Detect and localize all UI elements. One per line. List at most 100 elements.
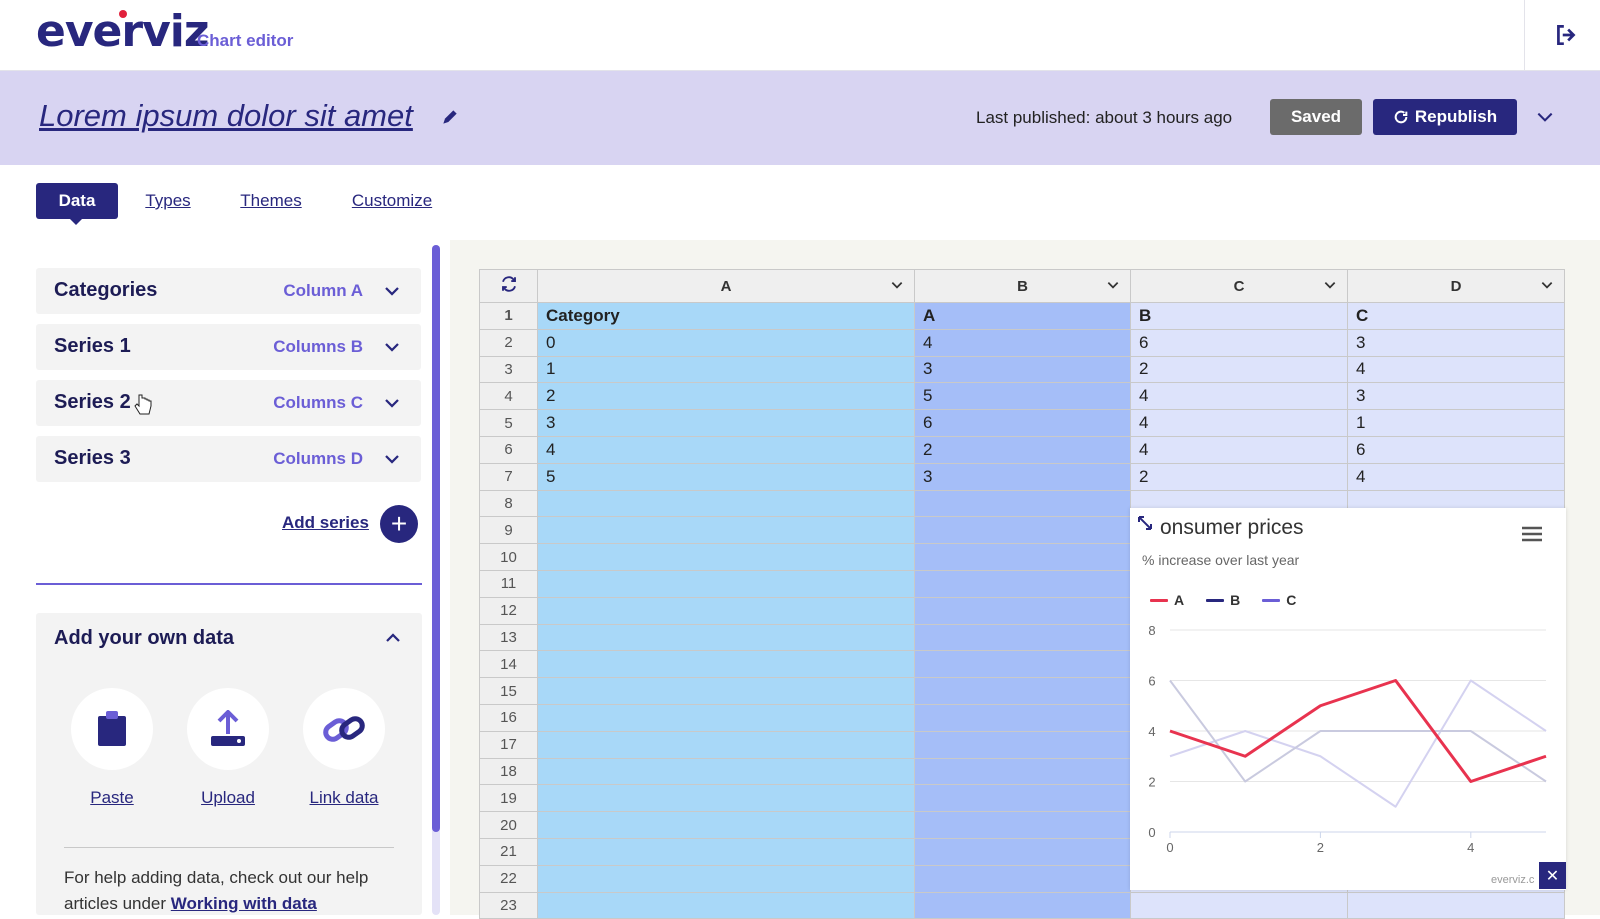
close-chart-button[interactable]: ✕ bbox=[1539, 862, 1566, 889]
chevron-down-icon[interactable] bbox=[1540, 278, 1554, 292]
table-cell[interactable]: 3 bbox=[1347, 328, 1565, 357]
refresh-grid-header[interactable] bbox=[479, 269, 538, 303]
table-cell[interactable] bbox=[537, 516, 915, 545]
series-1-accordion[interactable]: Series 1 Columns B bbox=[36, 324, 421, 370]
table-cell[interactable]: C bbox=[1347, 302, 1565, 330]
tab-themes[interactable]: Themes bbox=[234, 183, 308, 219]
column-header-a[interactable]: A bbox=[537, 269, 915, 303]
table-cell[interactable] bbox=[537, 864, 915, 893]
column-header-c[interactable]: C bbox=[1130, 269, 1348, 303]
table-cell[interactable]: 3 bbox=[537, 409, 915, 437]
scrollbar-thumb[interactable] bbox=[432, 245, 440, 832]
table-cell[interactable]: 2 bbox=[1130, 462, 1348, 491]
table-cell[interactable] bbox=[914, 864, 1131, 893]
y-tick-label: 6 bbox=[1148, 674, 1155, 689]
help-link[interactable]: Working with data bbox=[171, 894, 317, 913]
chart-preview[interactable]: onsumer prices % increase over last year… bbox=[1130, 508, 1566, 890]
table-cell[interactable] bbox=[537, 623, 915, 652]
table-cell[interactable]: 3 bbox=[914, 462, 1131, 491]
chart-title-field[interactable]: Lorem ipsum dolor sit amet bbox=[39, 98, 413, 134]
table-cell[interactable] bbox=[537, 677, 915, 705]
accordion-title: Categories bbox=[54, 279, 158, 301]
add-series-link[interactable]: Add series bbox=[282, 513, 369, 533]
tab-types[interactable]: Types bbox=[138, 183, 198, 219]
table-cell[interactable] bbox=[914, 703, 1131, 732]
table-cell[interactable] bbox=[914, 489, 1131, 518]
table-cell[interactable]: 4 bbox=[1347, 462, 1565, 491]
table-cell[interactable]: 3 bbox=[1347, 382, 1565, 411]
table-cell[interactable]: 2 bbox=[1130, 355, 1348, 384]
table-cell[interactable]: 6 bbox=[1347, 435, 1565, 464]
table-cell[interactable]: 4 bbox=[1130, 382, 1348, 411]
table-cell[interactable]: 4 bbox=[1130, 409, 1348, 437]
table-cell[interactable]: 2 bbox=[914, 435, 1131, 464]
pencil-icon[interactable] bbox=[440, 107, 460, 127]
table-cell[interactable] bbox=[537, 543, 915, 571]
table-cell[interactable]: Category bbox=[537, 302, 915, 330]
series-2-accordion[interactable]: Series 2 Columns C bbox=[36, 380, 421, 426]
categories-accordion[interactable]: Categories Column A bbox=[36, 268, 421, 314]
chevron-down-icon bbox=[385, 287, 399, 296]
chevron-down-icon[interactable] bbox=[1323, 278, 1337, 292]
table-cell[interactable] bbox=[914, 543, 1131, 571]
table-cell[interactable] bbox=[914, 784, 1131, 813]
link-data-button[interactable] bbox=[303, 688, 385, 770]
table-cell[interactable] bbox=[537, 703, 915, 732]
table-cell[interactable] bbox=[914, 677, 1131, 705]
table-cell[interactable]: 2 bbox=[537, 382, 915, 411]
table-cell[interactable]: 0 bbox=[537, 328, 915, 357]
logout-icon[interactable] bbox=[1553, 22, 1579, 48]
table-cell[interactable] bbox=[914, 569, 1131, 598]
table-cell[interactable] bbox=[914, 730, 1131, 759]
table-cell[interactable] bbox=[914, 811, 1131, 839]
upload-label[interactable]: Upload bbox=[178, 788, 278, 808]
table-cell[interactable]: B bbox=[1130, 302, 1348, 330]
table-cell[interactable] bbox=[914, 837, 1131, 866]
table-cell[interactable]: 6 bbox=[1130, 328, 1348, 357]
chevron-down-icon[interactable] bbox=[1535, 107, 1555, 127]
table-cell[interactable] bbox=[914, 596, 1131, 625]
table-cell[interactable]: 5 bbox=[537, 462, 915, 491]
republish-button[interactable]: Republish bbox=[1373, 99, 1517, 135]
row-number: 15 bbox=[479, 677, 538, 705]
column-header-d[interactable]: D bbox=[1347, 269, 1565, 303]
table-cell[interactable]: 4 bbox=[1130, 435, 1348, 464]
chevron-down-icon[interactable] bbox=[1106, 278, 1120, 292]
table-cell[interactable] bbox=[537, 837, 915, 866]
chevron-up-icon[interactable] bbox=[384, 629, 402, 647]
saved-button[interactable]: Saved bbox=[1270, 99, 1362, 135]
table-cell[interactable]: 3 bbox=[914, 355, 1131, 384]
table-cell[interactable] bbox=[537, 489, 915, 518]
table-cell[interactable] bbox=[914, 757, 1131, 786]
table-cell[interactable]: 4 bbox=[1347, 355, 1565, 384]
table-cell[interactable] bbox=[537, 569, 915, 598]
column-header-b[interactable]: B bbox=[914, 269, 1131, 303]
paste-label[interactable]: Paste bbox=[62, 788, 162, 808]
table-cell[interactable] bbox=[914, 516, 1131, 545]
chart-credit[interactable]: everviz.c bbox=[1491, 874, 1534, 886]
tab-data[interactable]: Data bbox=[36, 183, 118, 219]
tab-customize[interactable]: Customize bbox=[344, 183, 440, 219]
table-cell[interactable] bbox=[537, 596, 915, 625]
table-cell[interactable]: 5 bbox=[914, 382, 1131, 411]
table-cell[interactable] bbox=[537, 730, 915, 759]
table-cell[interactable]: 4 bbox=[914, 328, 1131, 357]
add-series-button[interactable]: + bbox=[380, 505, 418, 543]
table-cell[interactable] bbox=[914, 623, 1131, 652]
y-tick-label: 2 bbox=[1148, 775, 1155, 790]
table-cell[interactable]: A bbox=[914, 302, 1131, 330]
table-cell[interactable] bbox=[537, 650, 915, 679]
table-cell[interactable] bbox=[537, 784, 915, 813]
table-cell[interactable] bbox=[914, 650, 1131, 679]
chevron-down-icon[interactable] bbox=[890, 278, 904, 292]
link-data-label[interactable]: Link data bbox=[294, 788, 394, 808]
paste-button[interactable] bbox=[71, 688, 153, 770]
series-3-accordion[interactable]: Series 3 Columns D bbox=[36, 436, 421, 482]
table-cell[interactable] bbox=[537, 757, 915, 786]
upload-button[interactable] bbox=[187, 688, 269, 770]
table-cell[interactable] bbox=[537, 811, 915, 839]
table-cell[interactable]: 1 bbox=[1347, 409, 1565, 437]
table-cell[interactable]: 6 bbox=[914, 409, 1131, 437]
table-cell[interactable]: 4 bbox=[537, 435, 915, 464]
table-cell[interactable]: 1 bbox=[537, 355, 915, 384]
